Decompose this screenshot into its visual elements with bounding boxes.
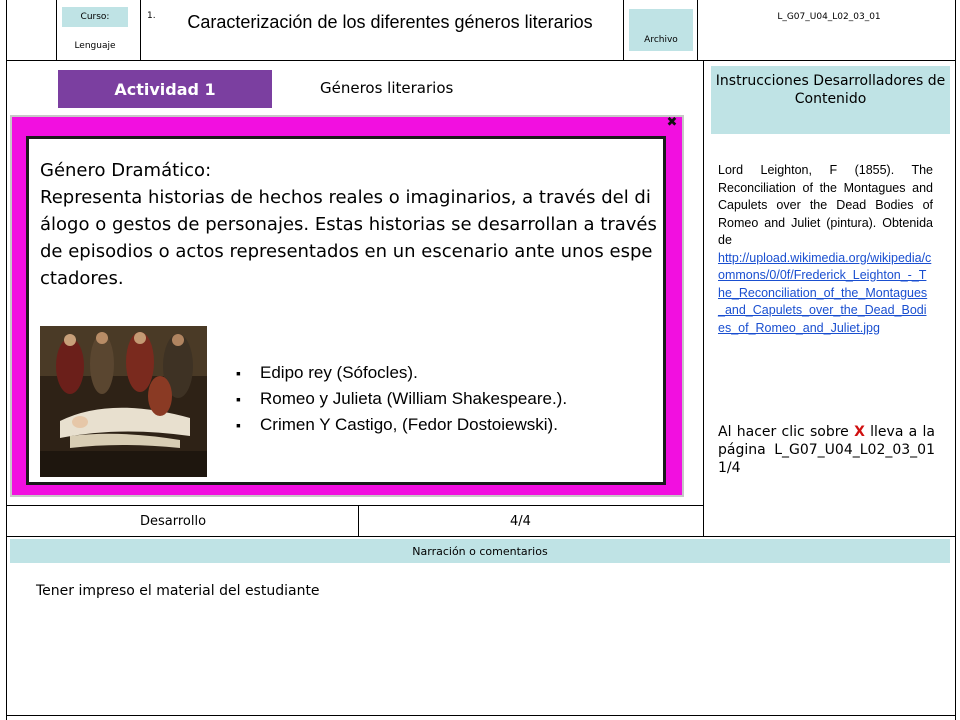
list-item: Edipo rey (Sófocles). bbox=[236, 360, 567, 386]
narr-divider bbox=[6, 536, 956, 537]
narration-text: Tener impreso el material del estudiante bbox=[36, 583, 320, 599]
header-col-3 bbox=[623, 0, 624, 60]
curso-value: Lenguaje bbox=[74, 41, 116, 51]
activity-badge: Actividad 1 bbox=[58, 70, 272, 108]
activity-subtitle: Géneros literarios bbox=[320, 79, 454, 97]
dev-row-top bbox=[6, 505, 703, 506]
outer-border-left bbox=[6, 0, 7, 720]
works-list: Edipo rey (Sófocles). Romeo y Julieta (W… bbox=[236, 360, 567, 438]
header-col-2 bbox=[140, 0, 141, 60]
outer-border-right bbox=[955, 0, 956, 720]
archivo-label: Archivo bbox=[644, 35, 678, 45]
painting-illustration bbox=[40, 326, 207, 477]
development-label: Desarrollo bbox=[140, 514, 207, 529]
note-prefix: Al hacer clic sobre bbox=[718, 424, 849, 440]
page-title: Caracterización de los diferentes género… bbox=[187, 12, 593, 32]
close-icon[interactable]: ✖ bbox=[665, 116, 679, 130]
header-col-1 bbox=[56, 0, 57, 60]
list-item: Crimen Y Castigo, (Fedor Dostoiewski). bbox=[236, 412, 567, 438]
header-number: 1. bbox=[147, 11, 156, 21]
genre-description: Representa historias de hechos reales o … bbox=[40, 187, 657, 289]
list-item: Romeo y Julieta (William Shakespeare.). bbox=[236, 386, 567, 412]
note-x: X bbox=[854, 424, 865, 440]
image-credit: Lord Leighton, F (1855). The Reconciliat… bbox=[718, 162, 933, 337]
header-col-4 bbox=[697, 0, 698, 60]
image-source-link[interactable]: http://upload.wikimedia.org/wikipedia/co… bbox=[718, 250, 933, 338]
header-divider bbox=[6, 60, 956, 61]
narration-header: Narración o comentarios bbox=[10, 539, 950, 563]
close-instruction-note: Al hacer clic sobre X lleva a la página … bbox=[718, 423, 935, 477]
outer-border-bottom bbox=[6, 715, 956, 716]
genre-title: Género Dramático: bbox=[40, 160, 212, 181]
lesson-code: L_G07_U04_L02_03_01 bbox=[777, 12, 881, 22]
curso-label: Curso: bbox=[80, 12, 110, 22]
dev-row-divider bbox=[358, 505, 359, 536]
instructions-title: Instrucciones Desarrolladores de Conteni… bbox=[711, 66, 950, 134]
curso-value-box: Lenguaje bbox=[62, 37, 128, 55]
side-column-divider bbox=[703, 60, 704, 536]
image-credit-text: Lord Leighton, F (1855). The Reconciliat… bbox=[718, 163, 933, 247]
painting-image bbox=[40, 326, 207, 477]
page-number: 4/4 bbox=[510, 514, 531, 529]
curso-label-box: Curso: bbox=[62, 7, 128, 27]
archivo-box: Archivo bbox=[629, 9, 693, 51]
